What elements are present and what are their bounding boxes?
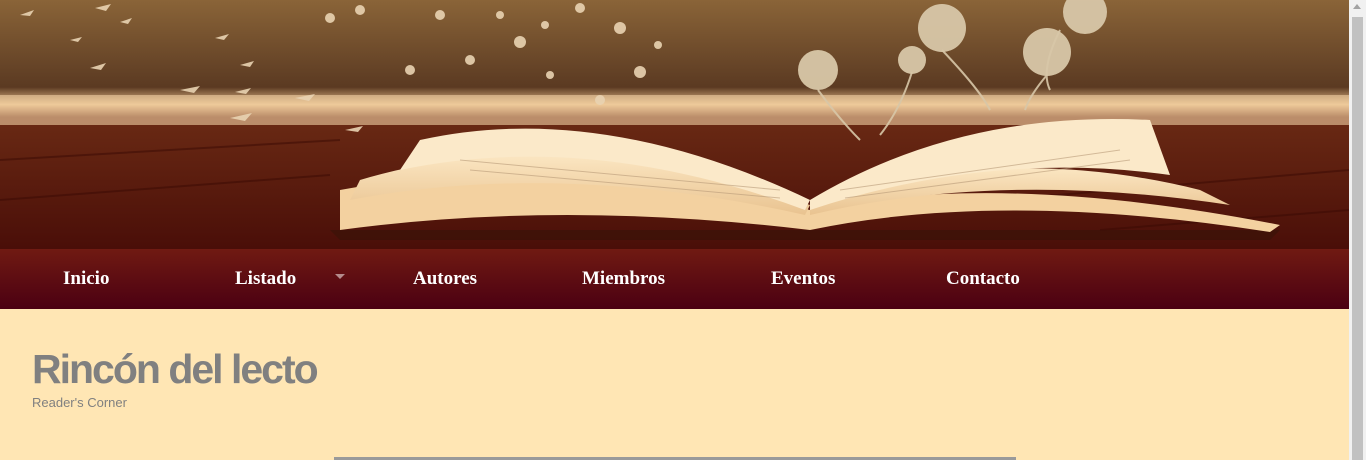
main-navbar: Inicio Listado Autores Miembros Eventos … bbox=[0, 249, 1349, 309]
nav-item-inicio[interactable]: Inicio bbox=[63, 249, 109, 309]
scroll-up-arrow-icon[interactable] bbox=[1353, 4, 1361, 9]
banner-illustration bbox=[0, 0, 1349, 249]
nav-item-contacto[interactable]: Contacto bbox=[946, 249, 1020, 309]
dropdown-caret-icon[interactable] bbox=[335, 274, 345, 279]
vertical-scrollbar[interactable] bbox=[1349, 0, 1366, 460]
nav-item-autores[interactable]: Autores bbox=[413, 249, 477, 309]
scrollbar-thumb[interactable] bbox=[1352, 17, 1363, 460]
site-subtitle: Reader's Corner bbox=[32, 395, 127, 410]
nav-item-listado[interactable]: Listado bbox=[235, 249, 296, 309]
nav-item-miembros[interactable]: Miembros bbox=[582, 249, 665, 309]
main-content: Rincón del lecto Reader's Corner bbox=[0, 309, 1349, 460]
hero-banner bbox=[0, 0, 1349, 249]
nav-item-eventos[interactable]: Eventos bbox=[771, 249, 835, 309]
site-title: Rincón del lecto bbox=[32, 346, 319, 392]
